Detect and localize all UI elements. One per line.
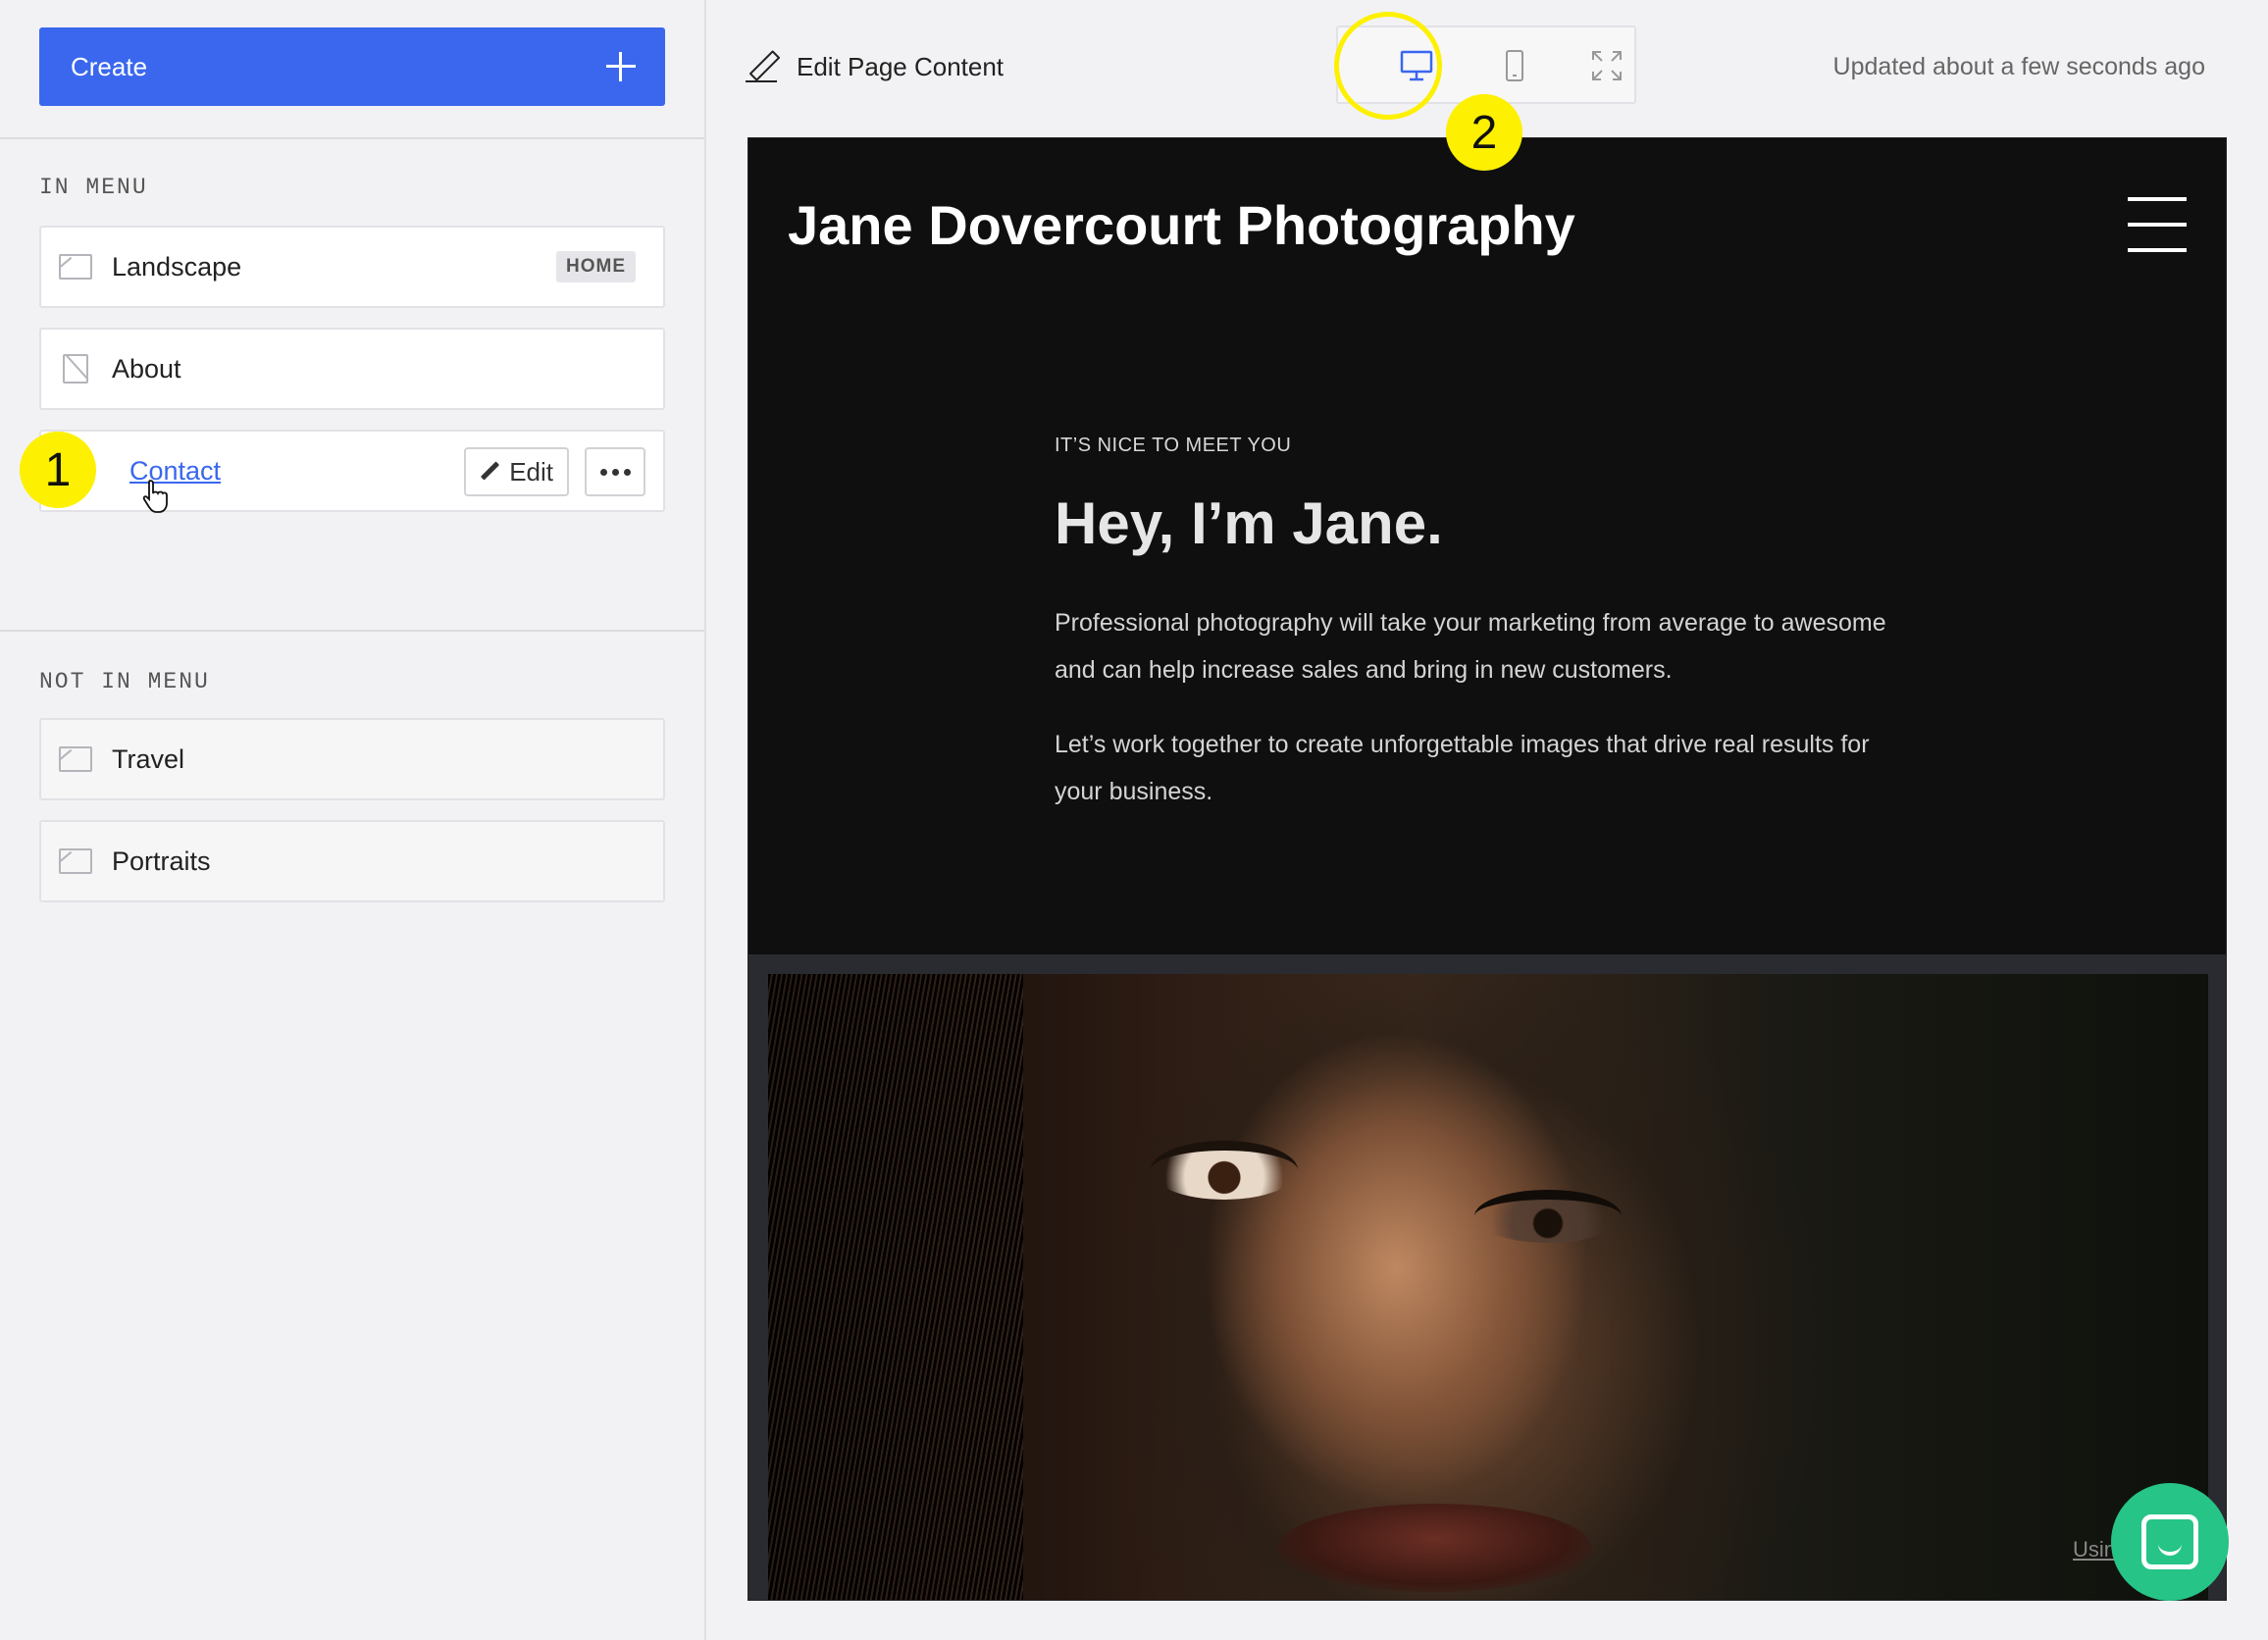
hero-eyebrow: IT’S NICE TO MEET YOU (1055, 435, 1292, 456)
page-item-label: About (112, 353, 181, 384)
home-badge: HOME (556, 251, 636, 282)
site-preview: Jane Dovercourt Photography IT’S NICE TO… (747, 137, 2227, 1601)
chat-widget-button[interactable] (2111, 1483, 2229, 1601)
edit-page-content-button[interactable]: Edit Page Content (746, 51, 1004, 82)
divider (0, 137, 704, 139)
fullscreen-icon (1592, 51, 1622, 80)
image-icon (59, 254, 92, 280)
highlight-ring (1334, 12, 1442, 120)
page-item-portraits[interactable]: Portraits (39, 820, 665, 902)
edit-label: Edit (509, 456, 553, 487)
portrait-photo (768, 974, 2208, 1600)
mobile-view-button[interactable] (1485, 41, 1544, 90)
chat-icon (2141, 1514, 2198, 1569)
hero-heading: Hey, I’m Jane. (1055, 490, 1443, 556)
dot-icon (623, 468, 631, 476)
create-button[interactable]: Create (39, 27, 665, 106)
no-image-icon (63, 354, 88, 384)
plus-icon (606, 52, 636, 81)
image-icon (59, 746, 92, 772)
page-item-about[interactable]: About (39, 328, 665, 410)
page-item-contact[interactable]: Contact Edit (39, 430, 665, 512)
page-item-travel[interactable]: Travel (39, 718, 665, 800)
page-item-landscape[interactable]: Landscape HOME (39, 226, 665, 308)
hero-paragraph-2: Let’s work together to create unforgetta… (1055, 731, 1870, 805)
page-item-label: Travel (112, 743, 185, 774)
mobile-icon (1506, 50, 1523, 81)
updated-status: Updated about a few seconds ago (1832, 53, 2205, 80)
dot-icon (599, 468, 607, 476)
in-menu-heading: IN MENU (39, 175, 148, 200)
dot-icon (611, 468, 619, 476)
hero-paragraph-1: Professional photography will take your … (1055, 609, 1886, 684)
step-marker-2: 2 (1446, 94, 1522, 171)
sidebar: Create IN MENU Landscape HOME About Cont… (0, 0, 706, 1640)
hamburger-menu-icon[interactable] (2128, 197, 2187, 252)
image-icon (59, 848, 92, 874)
pencil-icon (746, 51, 777, 82)
hand-cursor-icon (142, 480, 168, 513)
step-marker-1: 1 (20, 432, 96, 508)
not-in-menu-heading: NOT IN MENU (39, 669, 210, 694)
pencil-icon (480, 462, 499, 482)
page-item-label: Landscape (112, 251, 242, 282)
edit-page-content-label: Edit Page Content (797, 51, 1005, 81)
edit-button[interactable]: Edit (464, 447, 569, 496)
page-item-label: Portraits (112, 846, 211, 876)
more-options-button[interactable] (585, 447, 645, 496)
create-label: Create (71, 51, 148, 81)
fullscreen-view-button[interactable] (1577, 41, 1636, 90)
divider (0, 630, 704, 632)
site-title[interactable]: Jane Dovercourt Photography (788, 193, 1575, 257)
